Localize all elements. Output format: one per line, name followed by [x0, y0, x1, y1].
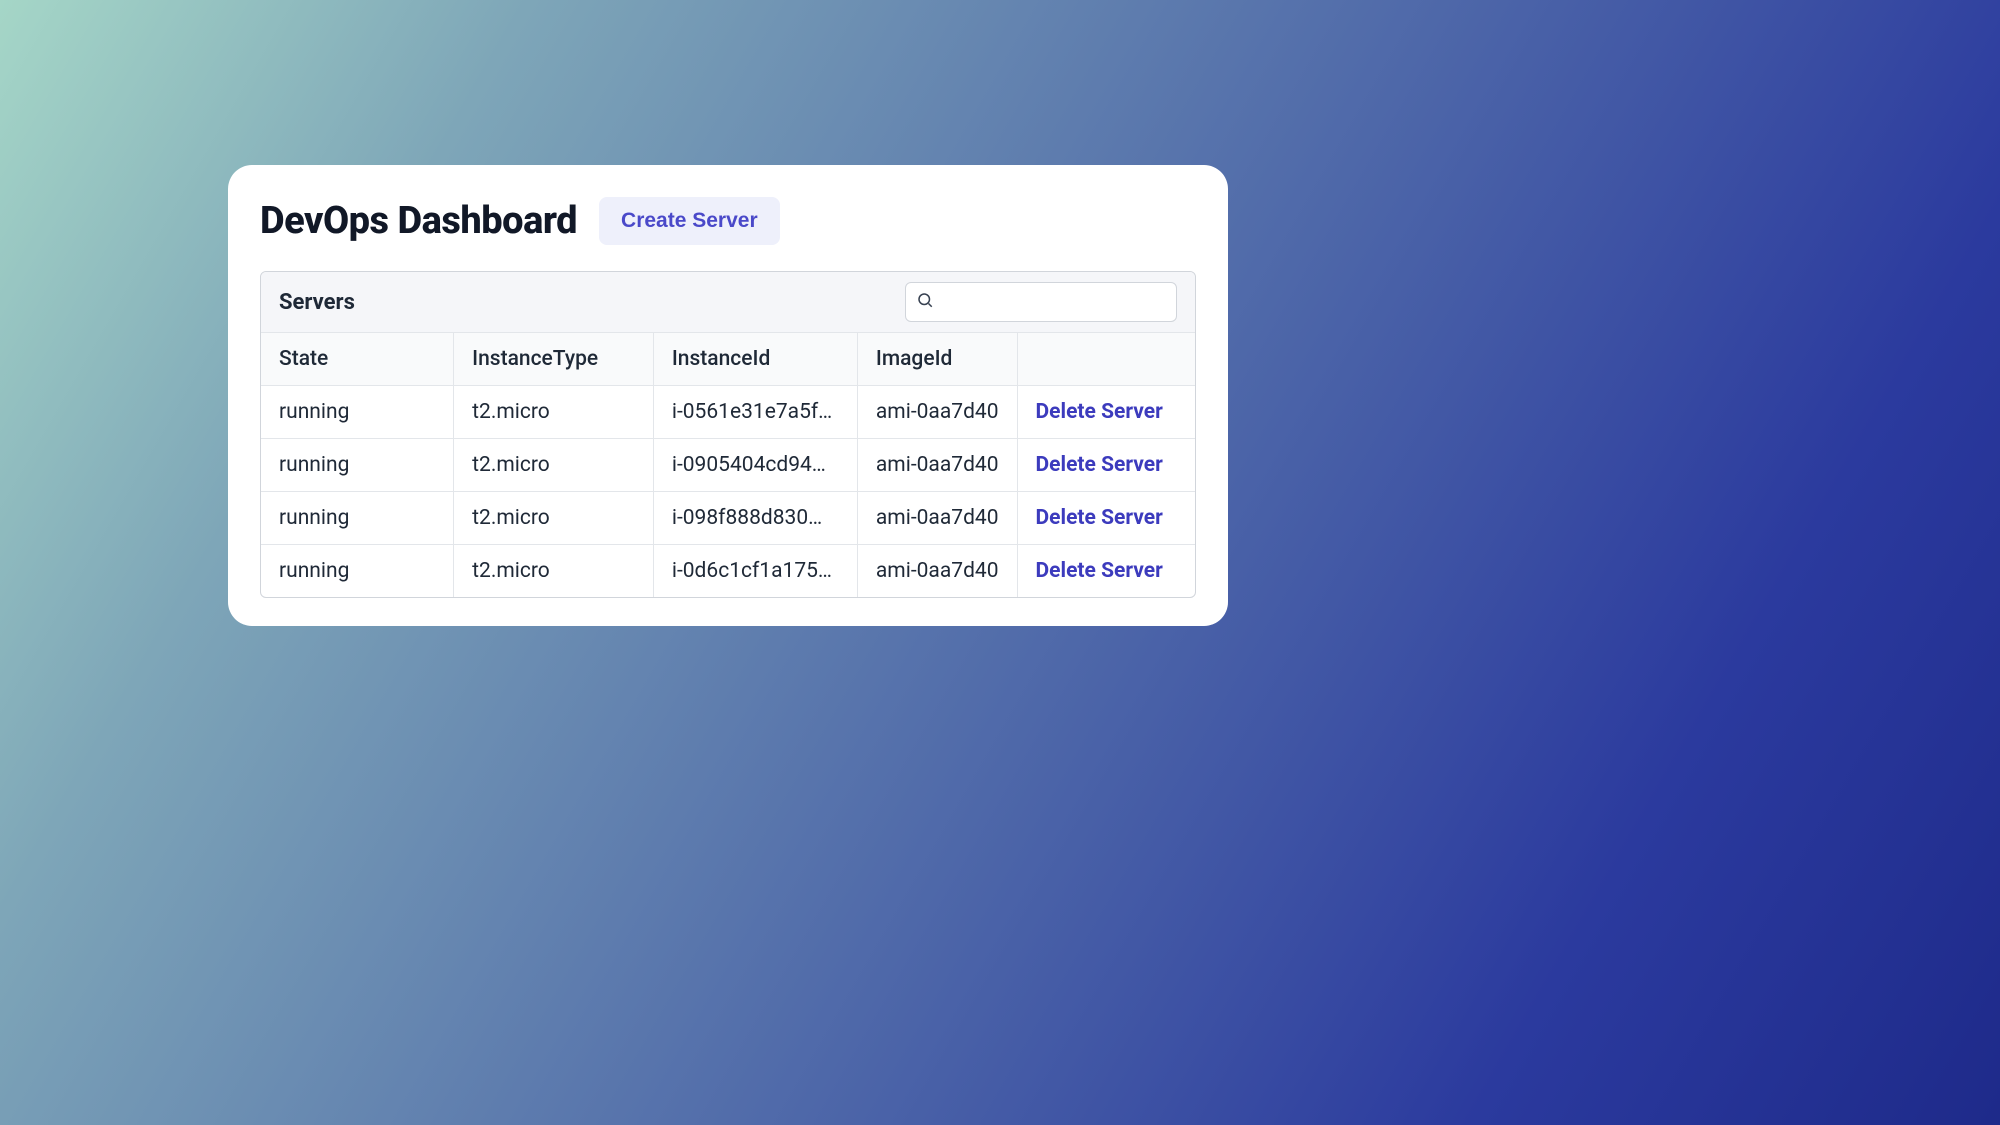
col-header-image-id: ImageId [857, 333, 1017, 386]
cell-state: running [261, 386, 454, 439]
servers-table: State InstanceType InstanceId ImageId ru… [261, 333, 1195, 597]
delete-server-button[interactable]: Delete Server [1036, 453, 1163, 477]
cell-state: running [261, 439, 454, 492]
cell-image-id: ami-0aa7d40 [857, 439, 1017, 492]
cell-instance-id: i-0d6c1cf1a175… [653, 545, 857, 598]
header-row: DevOps Dashboard Create Server [260, 197, 1196, 245]
servers-table-wrap: Servers State InstanceType InstanceId Im… [260, 271, 1196, 598]
delete-server-button[interactable]: Delete Server [1036, 506, 1163, 530]
cell-instance-type: t2.micro [454, 439, 654, 492]
dashboard-card: DevOps Dashboard Create Server Servers S… [228, 165, 1228, 626]
cell-image-id: ami-0aa7d40 [857, 545, 1017, 598]
delete-server-button[interactable]: Delete Server [1036, 559, 1163, 583]
cell-state: running [261, 492, 454, 545]
table-scroll-area[interactable]: State InstanceType InstanceId ImageId ru… [261, 333, 1195, 597]
table-row: running t2.micro i-0905404cd94… ami-0aa7… [261, 439, 1195, 492]
cell-instance-type: t2.micro [454, 386, 654, 439]
cell-instance-type: t2.micro [454, 545, 654, 598]
cell-image-id: ami-0aa7d40 [857, 492, 1017, 545]
table-row: running t2.micro i-098f888d830… ami-0aa7… [261, 492, 1195, 545]
col-header-instance-id: InstanceId [653, 333, 857, 386]
delete-server-button[interactable]: Delete Server [1036, 400, 1163, 424]
table-row: running t2.micro i-0561e31e7a5f… ami-0aa… [261, 386, 1195, 439]
cell-instance-type: t2.micro [454, 492, 654, 545]
create-server-button[interactable]: Create Server [599, 197, 780, 245]
table-header-row: State InstanceType InstanceId ImageId [261, 333, 1195, 386]
cell-state: running [261, 545, 454, 598]
search-wrap [905, 282, 1177, 322]
col-header-actions [1017, 333, 1195, 386]
table-title: Servers [279, 290, 355, 315]
col-header-state: State [261, 333, 454, 386]
table-row: running t2.micro i-0d6c1cf1a175… ami-0aa… [261, 545, 1195, 598]
table-header: Servers [261, 272, 1195, 333]
cell-instance-id: i-098f888d830… [653, 492, 857, 545]
page-title: DevOps Dashboard [260, 199, 577, 243]
cell-image-id: ami-0aa7d40 [857, 386, 1017, 439]
cell-instance-id: i-0561e31e7a5f… [653, 386, 857, 439]
search-input[interactable] [942, 283, 1166, 321]
cell-instance-id: i-0905404cd94… [653, 439, 857, 492]
search-icon [916, 291, 934, 313]
col-header-instance-type: InstanceType [454, 333, 654, 386]
